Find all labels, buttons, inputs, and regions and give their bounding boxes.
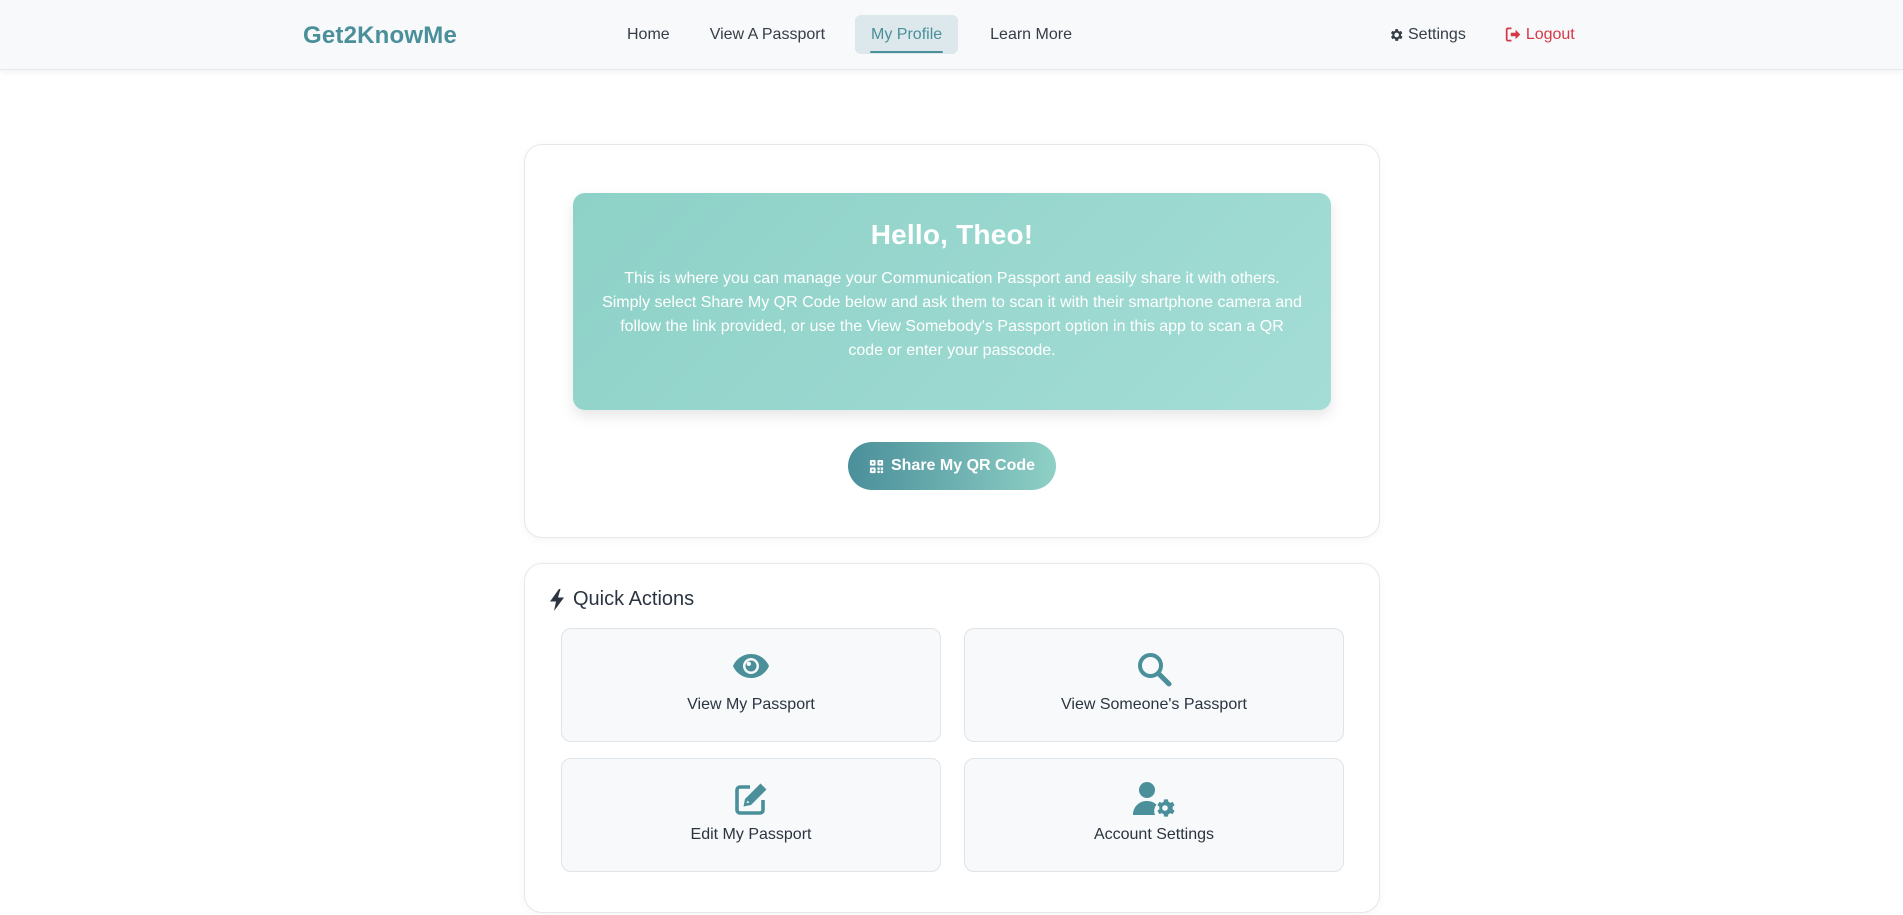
greeting-banner: Hello, Theo! This is where you can manag… [573,193,1331,410]
nav-link-learn-more[interactable]: Learn More [974,15,1088,54]
nav-link-my-profile[interactable]: My Profile [855,15,959,54]
profile-hero-card: Hello, Theo! This is where you can manag… [524,144,1380,538]
top-navbar: Get2KnowMe Home View A Passport My Profi… [0,0,1903,70]
logout-link[interactable]: Logout [1505,15,1575,54]
quick-actions-card: Quick Actions View My Passport View Some… [524,563,1380,913]
nav-right: Settings Logout [1388,15,1575,54]
eye-icon [733,654,769,678]
brand-logo[interactable]: Get2KnowMe [303,22,457,50]
quick-actions-title: Quick Actions [573,588,695,610]
user-gear-icon [1133,782,1175,817]
gear-icon [1390,28,1403,41]
quick-actions-heading: Quick Actions [549,588,694,611]
logout-icon [1505,27,1521,42]
nav-link-home[interactable]: Home [611,15,686,54]
nav-link-view-a-passport[interactable]: View A Passport [694,15,841,54]
logout-label: Logout [1525,25,1575,43]
edit-my-passport-tile[interactable]: Edit My Passport [561,758,941,872]
edit-my-passport-label: Edit My Passport [690,826,812,843]
view-someones-passport-tile[interactable]: View Someone's Passport [964,628,1344,742]
account-settings-label: Account Settings [1093,826,1215,843]
view-someones-passport-label: View Someone's Passport [1061,696,1247,713]
greeting-message: This is where you can manage your Commun… [602,270,1302,359]
settings-label: Settings [1408,25,1466,43]
greeting-title: Hello, Theo! [870,219,1034,250]
account-settings-tile[interactable]: Account Settings [964,758,1344,872]
share-qr-code-button[interactable]: Share My QR Code [848,442,1056,490]
qr-code-icon [869,459,884,473]
search-icon [1138,653,1172,687]
share-qr-code-label: Share My QR Code [890,457,1036,474]
edit-icon [735,783,767,815]
view-my-passport-tile[interactable]: View My Passport [561,628,941,742]
settings-link[interactable]: Settings [1388,15,1466,54]
view-my-passport-label: View My Passport [687,696,815,713]
bolt-icon [550,588,564,611]
main-nav: Home View A Passport My Profile Learn Mo… [611,15,1088,54]
